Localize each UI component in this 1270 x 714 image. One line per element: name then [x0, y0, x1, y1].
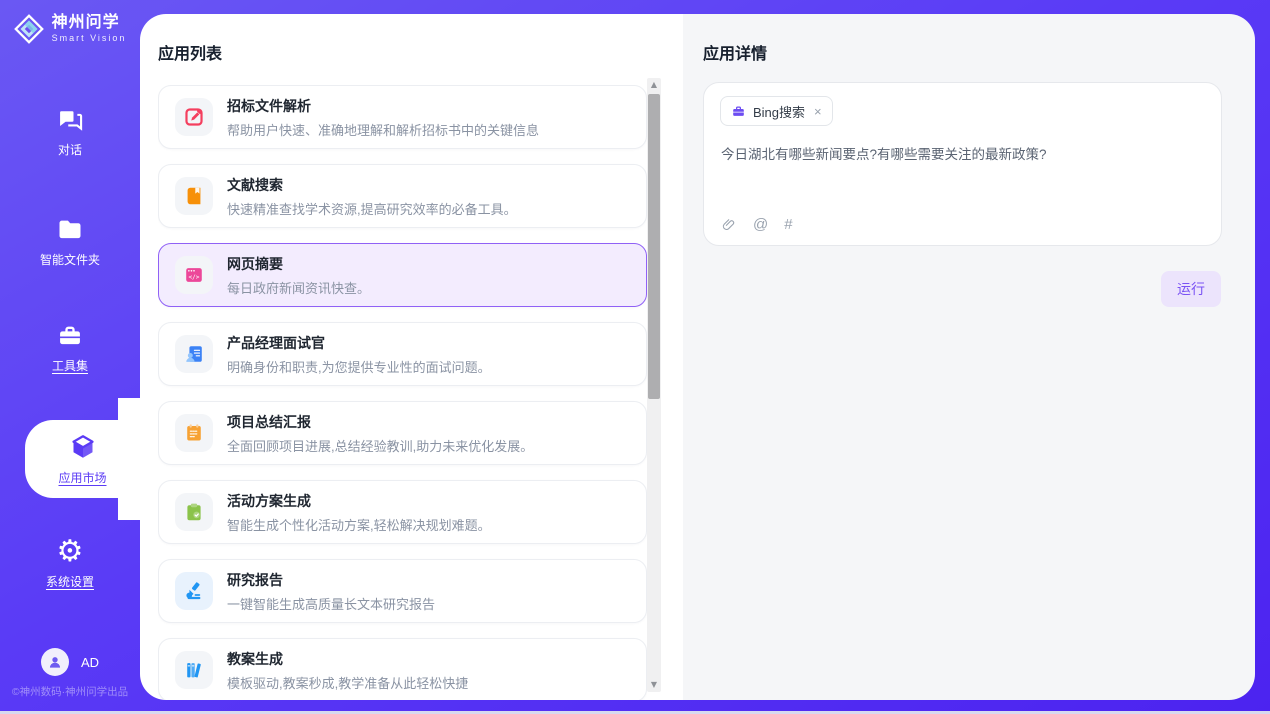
list-scrollbar[interactable]: ▲ ▼: [647, 78, 661, 692]
folder-icon: [56, 216, 84, 244]
sidebar-item-settings[interactable]: ⚙ 系统设置: [0, 538, 140, 590]
app-name: 产品经理面试官: [227, 333, 491, 353]
app-card-web-summary[interactable]: </> 网页摘要 每日政府新闻资讯快查。: [158, 243, 647, 307]
sidebar-item-label: 工具集: [52, 357, 88, 374]
briefcase-icon: [731, 104, 746, 119]
app-detail-panel: 应用详情 Bing搜索 × 今日湖北有哪些新闻要点?有哪些需要关注的最新政策?: [683, 14, 1255, 700]
chat-icon: [56, 106, 84, 134]
sidebar-item-label: 智能文件夹: [40, 251, 100, 268]
user-initials: AD: [81, 655, 99, 670]
tool-tag-label: Bing搜索: [753, 102, 805, 121]
app-name: 研究报告: [227, 570, 435, 590]
sidebar-item-label: 系统设置: [46, 573, 94, 590]
app-name: 网页摘要: [227, 254, 370, 274]
svg-text:</>: </>: [189, 274, 200, 281]
app-description: 全面回顾项目进展,总结经验教训,助力未来优化发展。: [227, 436, 533, 455]
browser-code-icon: </>: [175, 256, 213, 294]
sidebar: 神州问学 Smart Vision 对话 智能文件夹 工具集: [0, 0, 140, 714]
clipboard-check-icon: [175, 493, 213, 531]
toolbox-icon: [56, 322, 84, 350]
cube-icon: [68, 432, 98, 462]
sidebar-item-label: 对话: [58, 141, 82, 158]
avatar: [41, 648, 69, 676]
app-card-event-plan[interactable]: 活动方案生成 智能生成个性化活动方案,轻松解决规划难题。: [158, 480, 647, 544]
copyright-footer: ©神州数码·神州问学出品: [0, 684, 140, 699]
app-description: 智能生成个性化活动方案,轻松解决规划难题。: [227, 515, 491, 534]
scroll-down-arrow-icon[interactable]: ▼: [647, 678, 661, 692]
scrollbar-thumb[interactable]: [648, 94, 660, 399]
prompt-toolbar: @ #: [721, 216, 793, 233]
brand-diamond-logo-icon: [14, 14, 44, 44]
mention-at-icon[interactable]: @: [753, 216, 768, 233]
app-card-list: 招标文件解析 帮助用户快速、准确地理解和解析招标书中的关键信息 文献搜索 快速精…: [158, 85, 647, 700]
app-description: 模板驱动,教案秒成,教学准备从此轻松快捷: [227, 673, 468, 692]
microscope-icon: [175, 572, 213, 610]
app-name: 文献搜索: [227, 175, 517, 195]
tool-tag-bing-search[interactable]: Bing搜索 ×: [720, 96, 833, 126]
report-pad-icon: [175, 414, 213, 452]
app-card-lesson-plan[interactable]: 教案生成 模板驱动,教案秒成,教学准备从此轻松快捷: [158, 638, 647, 700]
app-description: 每日政府新闻资讯快查。: [227, 278, 370, 297]
app-name: 活动方案生成: [227, 491, 491, 511]
app-description: 明确身份和职责,为您提供专业性的面试问题。: [227, 357, 491, 376]
brand-name: 神州问学: [52, 15, 127, 32]
app-card-literature-search[interactable]: 文献搜索 快速精准查找学术资源,提高研究效率的必备工具。: [158, 164, 647, 228]
app-name: 招标文件解析: [227, 96, 539, 116]
tag-close-icon[interactable]: ×: [814, 104, 822, 119]
app-list-title: 应用列表: [158, 40, 222, 64]
interview-doc-icon: [175, 335, 213, 373]
paperclip-icon[interactable]: [721, 217, 737, 233]
app-description: 帮助用户快速、准确地理解和解析招标书中的关键信息: [227, 120, 539, 139]
sidebar-item-app-market[interactable]: 应用市场: [25, 420, 140, 498]
run-button[interactable]: 运行: [1161, 271, 1221, 307]
app-detail-title: 应用详情: [703, 40, 767, 64]
main-content: 应用列表 招标文件解析 帮助用户快速、准确地理解和解析招标书中的关键信息: [140, 14, 1255, 700]
app-description: 快速精准查找学术资源,提高研究效率的必备工具。: [227, 199, 517, 218]
app-card-pm-interviewer[interactable]: 产品经理面试官 明确身份和职责,为您提供专业性的面试问题。: [158, 322, 647, 386]
books-icon: [175, 651, 213, 689]
prompt-input[interactable]: 今日湖北有哪些新闻要点?有哪些需要关注的最新政策?: [721, 145, 1205, 165]
app-name: 教案生成: [227, 649, 468, 669]
scroll-up-arrow-icon[interactable]: ▲: [647, 78, 661, 92]
gear-icon: ⚙: [57, 538, 84, 566]
hash-icon[interactable]: #: [784, 216, 792, 233]
sidebar-item-toolset[interactable]: 工具集: [0, 322, 140, 374]
app-card-research-report[interactable]: 研究报告 一键智能生成高质量长文本研究报告: [158, 559, 647, 623]
app-card-bid-analysis[interactable]: 招标文件解析 帮助用户快速、准确地理解和解析招标书中的关键信息: [158, 85, 647, 149]
prompt-card: Bing搜索 × 今日湖北有哪些新闻要点?有哪些需要关注的最新政策? @ #: [703, 82, 1222, 246]
book-icon: [175, 177, 213, 215]
app-name: 项目总结汇报: [227, 412, 533, 432]
pill-notch-top: [118, 398, 140, 420]
app-list-panel: 应用列表 招标文件解析 帮助用户快速、准确地理解和解析招标书中的关键信息: [140, 14, 683, 700]
app-description: 一键智能生成高质量长文本研究报告: [227, 594, 435, 613]
sidebar-item-label: 应用市场: [58, 469, 106, 486]
sidebar-item-chat[interactable]: 对话: [0, 106, 140, 158]
app-card-project-summary[interactable]: 项目总结汇报 全面回顾项目进展,总结经验教训,助力未来优化发展。: [158, 401, 647, 465]
brand: 神州问学 Smart Vision: [0, 14, 140, 44]
pill-notch-bottom: [118, 498, 140, 520]
edit-square-icon: [175, 98, 213, 136]
user-chip[interactable]: AD: [0, 648, 140, 676]
brand-subtitle: Smart Vision: [52, 34, 127, 43]
sidebar-item-smart-folder[interactable]: 智能文件夹: [0, 216, 140, 268]
